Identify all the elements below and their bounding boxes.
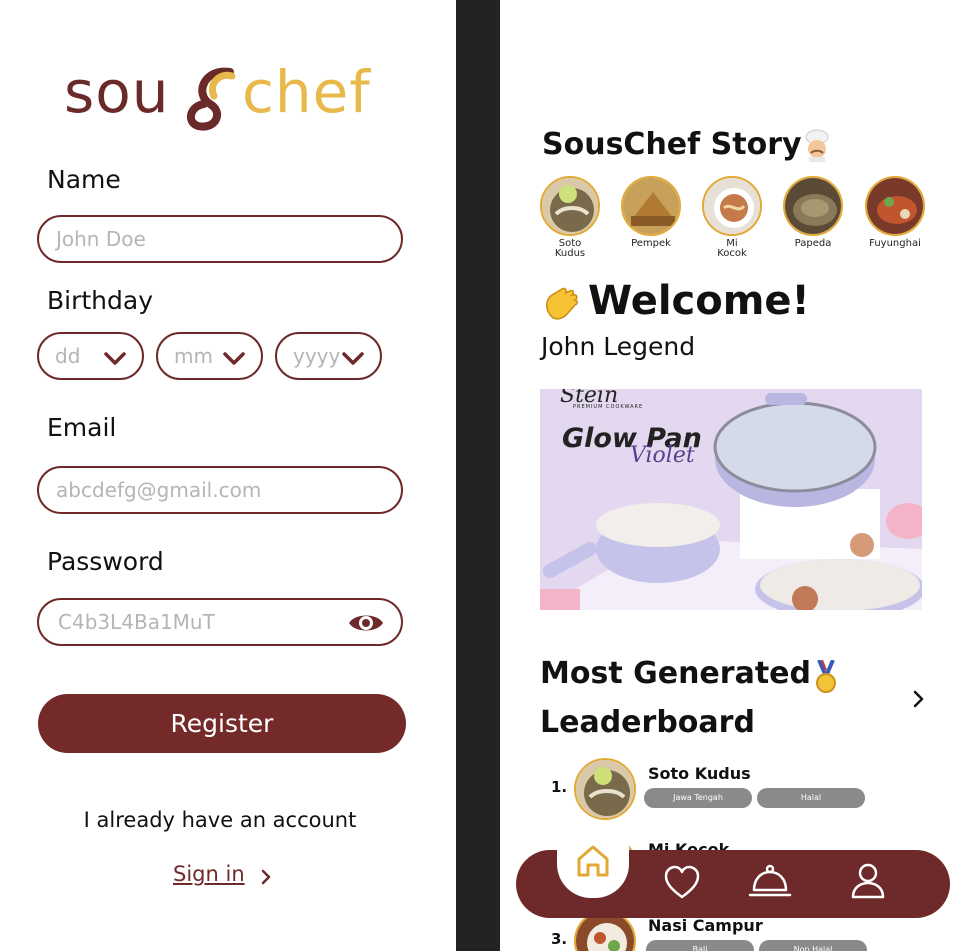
- email-placeholder: abcdefg@gmail.com: [56, 478, 262, 502]
- story-thumbnail: [865, 176, 925, 236]
- halal-tag: Halal: [757, 788, 865, 808]
- birthday-month-select[interactable]: mm: [156, 332, 263, 380]
- dish-thumbnail: [574, 758, 636, 820]
- dish-name: Nasi Campur: [648, 916, 763, 935]
- name-placeholder: John Doe: [56, 227, 146, 251]
- have-account-text: I already have an account: [83, 808, 357, 832]
- story-caption: Pempek: [631, 238, 671, 249]
- password-value: C4b3L4Ba1MuT: [58, 610, 215, 634]
- souschef-logo: sou chef: [64, 58, 394, 136]
- chevron-down-icon: [342, 352, 364, 365]
- story-caption: Mi Kocok: [717, 238, 747, 259]
- chevron-down-icon: [223, 352, 245, 365]
- chevron-down-icon: [104, 352, 126, 365]
- story-item[interactable]: Mi Kocok: [692, 176, 772, 259]
- logo-whisk-icon: [186, 67, 236, 131]
- register-screen: sou chef Name John Doe Birthday dd mm yy…: [0, 0, 456, 951]
- story-caption: Soto Kudus: [554, 238, 586, 259]
- heart-icon[interactable]: [663, 864, 701, 900]
- medal-icon: [816, 660, 836, 693]
- rank: 1.: [551, 778, 568, 796]
- eye-icon[interactable]: [347, 610, 385, 636]
- register-button[interactable]: Register: [38, 694, 406, 753]
- sign-in-link[interactable]: Sign in: [173, 862, 245, 886]
- story-thumbnail: [783, 176, 843, 236]
- cloche-icon[interactable]: [748, 864, 792, 900]
- month-placeholder: mm: [174, 344, 213, 368]
- waving-hand-icon: [546, 287, 578, 320]
- birthday-year-select[interactable]: yyyy: [275, 332, 382, 380]
- halal-tag: Non Halal: [759, 940, 867, 951]
- leaderboard-row[interactable]: 1. Soto Kudus Jawa Tengah Halal: [540, 758, 940, 822]
- rank: 3.: [551, 930, 568, 948]
- logo-text-chef: chef: [242, 58, 371, 126]
- story-thumbnail: [621, 176, 681, 236]
- birthday-label: Birthday: [47, 286, 154, 315]
- email-input[interactable]: abcdefg@gmail.com: [37, 466, 403, 514]
- story-caption: Fuyunghai: [869, 238, 921, 249]
- story-item[interactable]: Papeda: [773, 176, 853, 249]
- region-tag: Jawa Tengah: [644, 788, 752, 808]
- chevron-right-icon[interactable]: [260, 868, 272, 886]
- chef-emoji-icon: [805, 129, 829, 162]
- story-caption: Papeda: [794, 238, 832, 249]
- user-name: John Legend: [541, 332, 696, 361]
- banner-brand-sub: PREMIUM COOKWARE: [573, 404, 644, 410]
- password-input[interactable]: C4b3L4Ba1MuT: [37, 598, 403, 646]
- leaderboard-title-line1: Most Generated: [540, 656, 811, 691]
- story-item[interactable]: Pempek: [611, 176, 691, 249]
- promo-banner[interactable]: Stein PREMIUM COOKWARE Glow Pan Violet: [540, 389, 922, 610]
- birthday-day-select[interactable]: dd: [37, 332, 144, 380]
- screen-divider: [456, 0, 500, 951]
- chevron-right-icon[interactable]: [912, 689, 926, 709]
- dish-name: Soto Kudus: [648, 764, 751, 783]
- banner-variant: Violet: [630, 443, 695, 468]
- leaderboard-title-line2: Leaderboard: [540, 705, 755, 740]
- region-tag: Bali: [646, 940, 754, 951]
- story-title: SousChef Story: [542, 127, 802, 162]
- email-label: Email: [47, 413, 117, 442]
- home-screen: SousChef Story Soto Kudus Pempek Mi Kocok …: [500, 0, 959, 951]
- welcome-heading: Welcome!: [588, 278, 810, 324]
- story-thumbnail: [702, 176, 762, 236]
- name-label: Name: [47, 165, 121, 194]
- day-placeholder: dd: [55, 344, 81, 368]
- logo-text-sou: sou: [64, 58, 170, 126]
- home-icon[interactable]: [574, 842, 612, 880]
- year-placeholder: yyyy: [293, 344, 341, 368]
- password-label: Password: [47, 547, 164, 576]
- profile-icon[interactable]: [850, 862, 886, 900]
- name-input[interactable]: John Doe: [37, 215, 403, 263]
- story-thumbnail: [540, 176, 600, 236]
- story-item[interactable]: Fuyunghai: [855, 176, 935, 249]
- story-item[interactable]: Soto Kudus: [530, 176, 610, 259]
